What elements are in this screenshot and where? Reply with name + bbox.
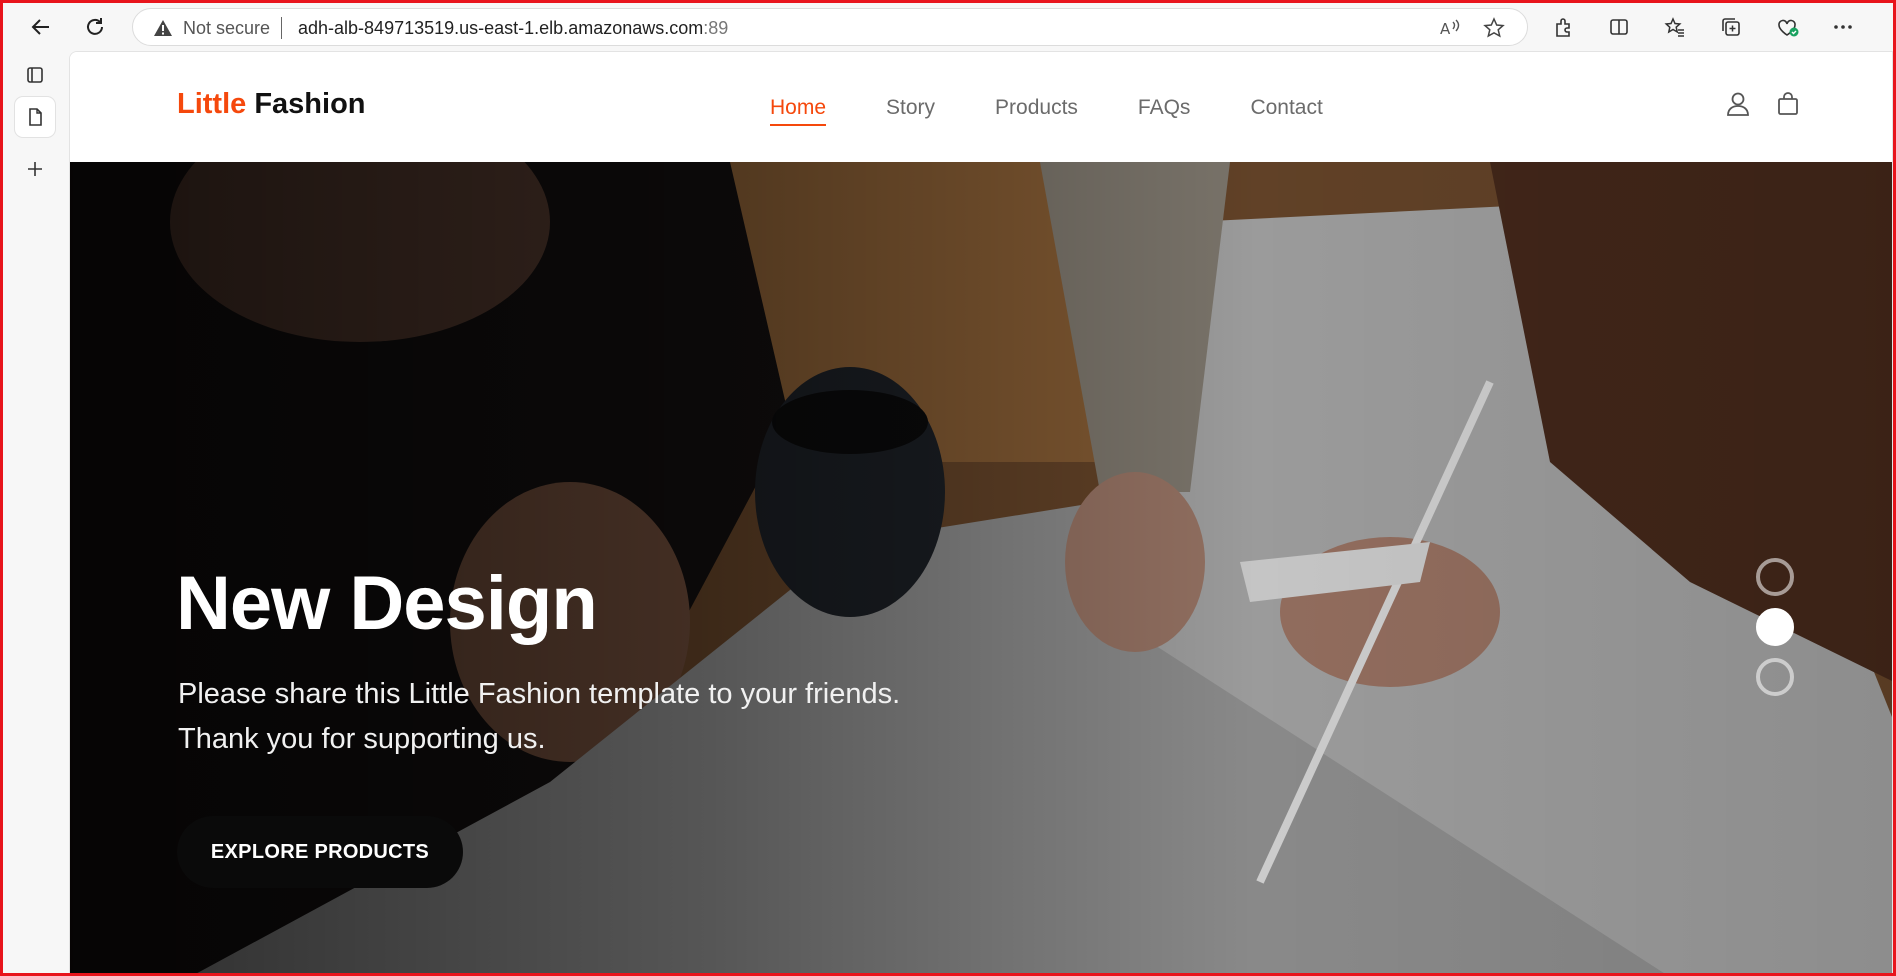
- user-account-icon[interactable]: [1724, 90, 1752, 118]
- more-menu-icon[interactable]: [1827, 11, 1859, 43]
- shopping-bag-icon[interactable]: [1774, 90, 1802, 118]
- url-host: adh-alb-849713519.us-east-1.elb.amazonaw…: [298, 18, 704, 38]
- current-tab-page-icon[interactable]: [15, 97, 55, 137]
- security-label[interactable]: Not secure: [183, 18, 270, 39]
- tab-actions-icon[interactable]: [15, 55, 55, 95]
- hero-subtitle: Please share this Little Fashion templat…: [178, 672, 1078, 762]
- warning-icon: [154, 20, 172, 36]
- refresh-icon[interactable]: [79, 11, 111, 43]
- main-menu: Home Story Products FAQs Contact: [770, 96, 1383, 126]
- url-port: :89: [703, 18, 729, 38]
- url-text[interactable]: adh-alb-849713519.us-east-1.elb.amazonaw…: [298, 18, 728, 39]
- browser-toolbar: Not secure adh-alb-849713519.us-east-1.e…: [3, 3, 1893, 51]
- extensions-icon[interactable]: [1548, 11, 1580, 43]
- logo-main-text: Fashion: [246, 88, 366, 120]
- screen-frame: Not secure adh-alb-849713519.us-east-1.e…: [0, 0, 1896, 976]
- nav-home[interactable]: Home: [770, 96, 827, 126]
- hero-subtitle-line-1: Please share this Little Fashion templat…: [178, 678, 901, 710]
- nav-products[interactable]: Products: [995, 96, 1078, 126]
- slider-pagination: [1756, 558, 1794, 708]
- hero-title: New Design: [176, 561, 598, 646]
- hero-slider: New Design Please share this Little Fash…: [70, 162, 1892, 973]
- split-screen-icon[interactable]: [1603, 11, 1635, 43]
- nav-faqs[interactable]: FAQs: [1138, 96, 1191, 126]
- vertical-tab-strip: [3, 51, 67, 973]
- read-aloud-icon[interactable]: A: [1439, 17, 1461, 39]
- nav-contact[interactable]: Contact: [1250, 96, 1322, 126]
- hero-subtitle-line-2: Thank you for supporting us.: [178, 723, 546, 755]
- address-divider: [281, 17, 282, 39]
- slide-dot-1[interactable]: [1756, 558, 1794, 596]
- svg-text:A: A: [1440, 20, 1451, 38]
- web-page: Little Fashion Home Story Products FAQs …: [69, 51, 1893, 973]
- logo-accent-text: Little: [177, 88, 247, 120]
- site-logo[interactable]: Little Fashion: [177, 88, 366, 121]
- explore-products-button[interactable]: EXPLORE PRODUCTS: [177, 816, 463, 888]
- favorite-star-icon[interactable]: [1483, 17, 1505, 39]
- nav-story[interactable]: Story: [886, 96, 935, 126]
- favorites-icon[interactable]: [1659, 11, 1691, 43]
- slide-dot-2[interactable]: [1756, 608, 1794, 646]
- slide-dot-3[interactable]: [1756, 658, 1794, 696]
- browser-essentials-icon[interactable]: [1771, 11, 1803, 43]
- collections-icon[interactable]: [1715, 11, 1747, 43]
- back-icon[interactable]: [25, 11, 57, 43]
- address-bar[interactable]: Not secure adh-alb-849713519.us-east-1.e…: [132, 8, 1528, 46]
- site-navbar: Little Fashion Home Story Products FAQs …: [70, 52, 1892, 162]
- new-tab-plus-icon[interactable]: [15, 149, 55, 189]
